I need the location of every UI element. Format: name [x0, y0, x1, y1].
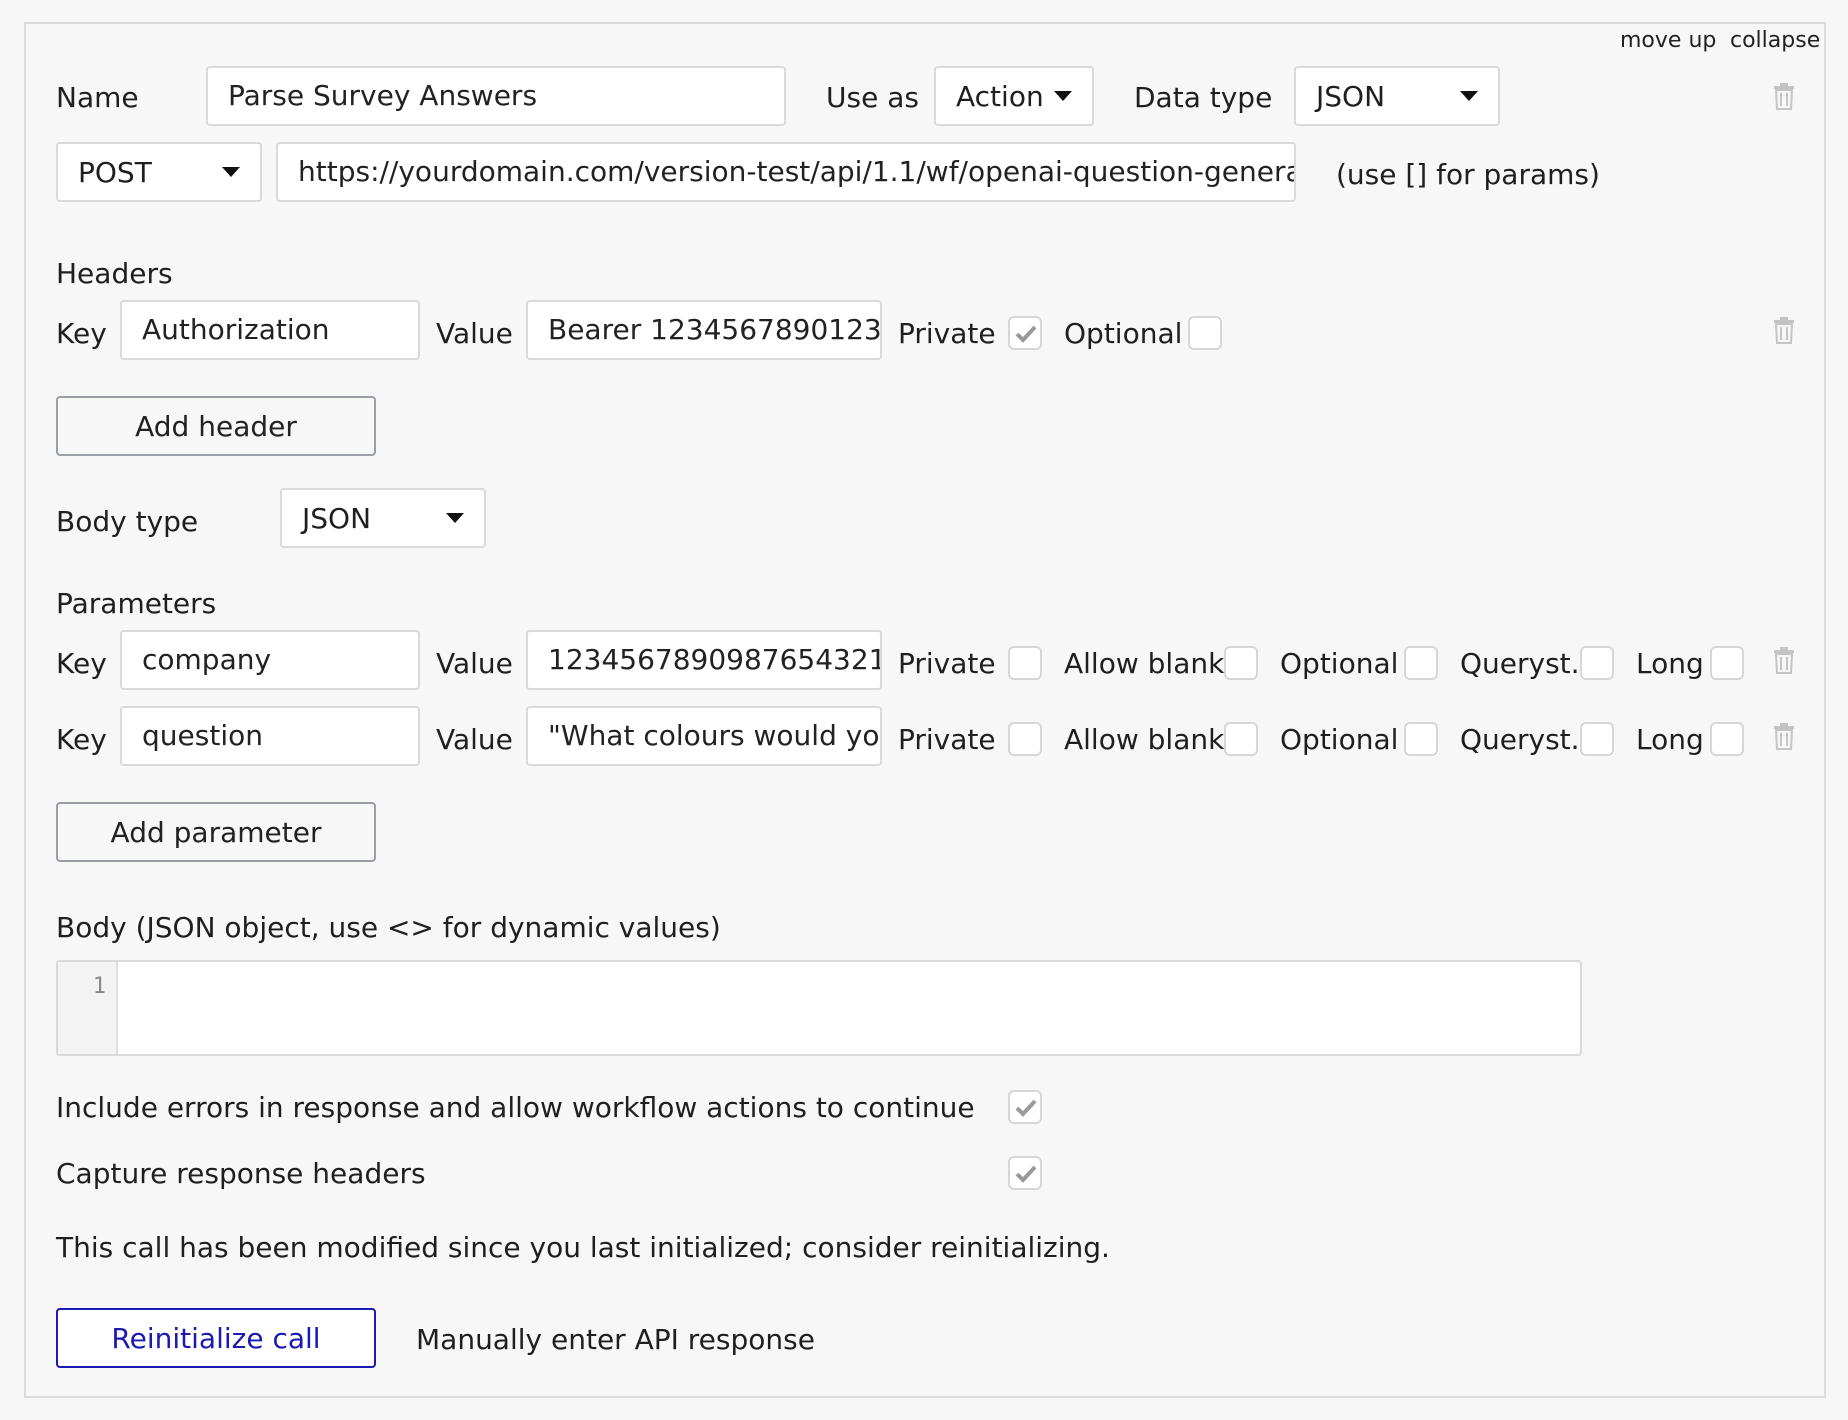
param-key-input[interactable]: company — [120, 630, 420, 690]
move-up-link[interactable]: move up — [1620, 30, 1716, 52]
collapse-link[interactable]: collapse — [1730, 30, 1820, 52]
param-queryst-label: Queryst. — [1460, 723, 1580, 756]
chevron-down-icon — [222, 167, 240, 177]
method-dropdown[interactable]: POST — [56, 142, 262, 202]
body-label: Body (JSON object, use <> for dynamic va… — [56, 911, 721, 944]
delete-header-trash-icon[interactable] — [1772, 316, 1796, 344]
status-message: This call has been modified since you la… — [56, 1231, 1110, 1264]
data-type-label: Data type — [1134, 81, 1273, 114]
name-label: Name — [56, 81, 139, 114]
check-icon — [1015, 325, 1037, 343]
header-private-checkbox[interactable] — [1008, 316, 1042, 350]
delete-call-trash-icon[interactable] — [1772, 82, 1796, 110]
header-private-label: Private — [898, 317, 996, 350]
url-input[interactable]: https://yourdomain.com/version-test/api/… — [276, 142, 1296, 202]
name-input[interactable]: Parse Survey Answers — [206, 66, 786, 126]
param-private-label: Private — [898, 723, 996, 756]
headers-title: Headers — [56, 257, 173, 290]
line-number: 1 — [58, 962, 118, 1054]
param-value-input[interactable]: "What colours would you — [526, 706, 882, 766]
data-type-dropdown[interactable]: JSON — [1294, 66, 1500, 126]
param-optional-label: Optional — [1280, 647, 1399, 680]
body-editor[interactable]: 1 — [56, 960, 1582, 1056]
param-allow-blank-label: Allow blank — [1064, 723, 1225, 756]
chevron-down-icon — [1460, 91, 1478, 101]
param-key-label: Key — [56, 723, 107, 756]
param-long-label: Long — [1636, 723, 1704, 756]
param-value-input[interactable]: 1234567890987654321 — [526, 630, 882, 690]
param-value-label: Value — [436, 723, 513, 756]
param-private-label: Private — [898, 647, 996, 680]
add-parameter-button[interactable]: Add parameter — [56, 802, 376, 862]
header-value-label: Value — [436, 317, 513, 350]
param-allow-blank-label: Allow blank — [1064, 647, 1225, 680]
reinitialize-call-button[interactable]: Reinitialize call — [56, 1308, 376, 1368]
url-hint: (use [] for params) — [1336, 158, 1600, 191]
param-private-checkbox[interactable] — [1008, 722, 1042, 756]
header-key-label: Key — [56, 317, 107, 350]
param-optional-label: Optional — [1280, 723, 1399, 756]
param-key-label: Key — [56, 647, 107, 680]
param-queryst-label: Queryst. — [1460, 647, 1580, 680]
body-type-dropdown[interactable]: JSON — [280, 488, 486, 548]
param-allow-blank-checkbox[interactable] — [1224, 646, 1258, 680]
delete-param-trash-icon[interactable] — [1772, 646, 1796, 674]
include-errors-checkbox[interactable] — [1008, 1090, 1042, 1124]
param-allow-blank-checkbox[interactable] — [1224, 722, 1258, 756]
header-optional-label: Optional — [1064, 317, 1183, 350]
param-private-checkbox[interactable] — [1008, 646, 1042, 680]
param-key-input[interactable]: question — [120, 706, 420, 766]
check-icon — [1015, 1165, 1037, 1183]
param-long-label: Long — [1636, 647, 1704, 680]
param-optional-checkbox[interactable] — [1404, 646, 1438, 680]
manual-response-link[interactable]: Manually enter API response — [416, 1326, 815, 1354]
check-icon — [1015, 1099, 1037, 1117]
chevron-down-icon — [446, 513, 464, 523]
include-errors-label: Include errors in response and allow wor… — [56, 1091, 975, 1124]
header-value-input[interactable]: Bearer 12345678901234567890 — [526, 300, 882, 360]
add-header-button[interactable]: Add header — [56, 396, 376, 456]
delete-param-trash-icon[interactable] — [1772, 722, 1796, 750]
param-long-checkbox[interactable] — [1710, 646, 1744, 680]
chevron-down-icon — [1054, 91, 1072, 101]
param-value-label: Value — [436, 647, 513, 680]
parameters-title: Parameters — [56, 587, 217, 620]
param-long-checkbox[interactable] — [1710, 722, 1744, 756]
capture-headers-checkbox[interactable] — [1008, 1156, 1042, 1190]
param-optional-checkbox[interactable] — [1404, 722, 1438, 756]
header-optional-checkbox[interactable] — [1188, 316, 1222, 350]
capture-headers-label: Capture response headers — [56, 1157, 426, 1190]
header-key-input[interactable]: Authorization — [120, 300, 420, 360]
body-type-label: Body type — [56, 505, 199, 538]
body-type-value: JSON — [302, 501, 372, 535]
data-type-value: JSON — [1316, 79, 1386, 113]
param-queryst-checkbox[interactable] — [1580, 646, 1614, 680]
param-queryst-checkbox[interactable] — [1580, 722, 1614, 756]
method-value: POST — [78, 155, 152, 189]
use-as-label: Use as — [826, 81, 919, 114]
use-as-value: Action — [956, 79, 1044, 113]
use-as-dropdown[interactable]: Action — [934, 66, 1094, 126]
